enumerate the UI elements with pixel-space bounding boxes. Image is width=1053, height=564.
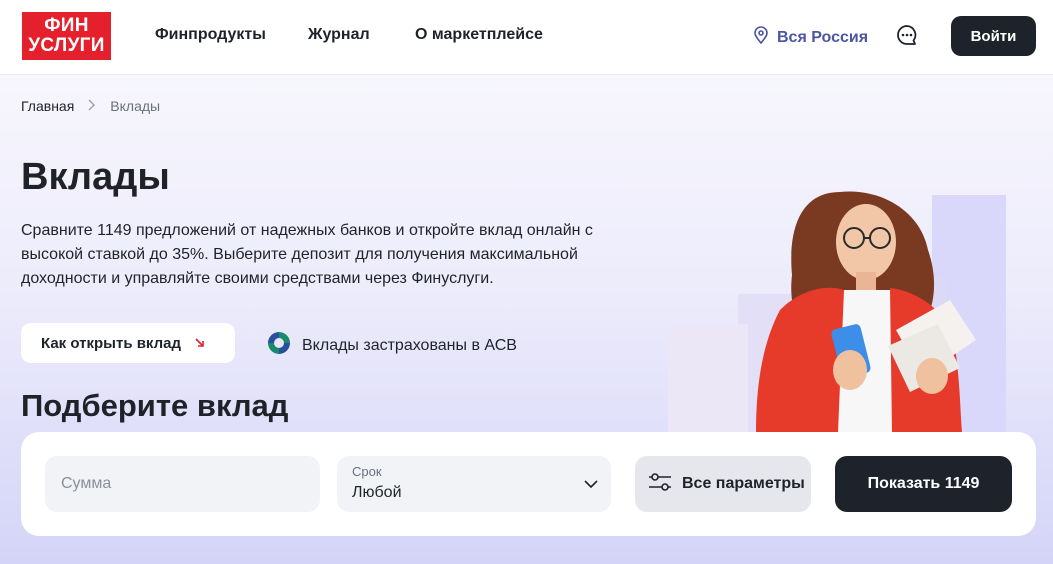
show-results-button[interactable]: Показать 1149	[835, 456, 1012, 512]
amount-input[interactable]	[45, 456, 320, 512]
sliders-icon	[648, 471, 672, 498]
page-description: Сравните 1149 предложений от надежных ба…	[21, 222, 593, 287]
insured-link[interactable]: Вклады застрахованы в АСВ	[266, 330, 517, 361]
all-params-button[interactable]: Все параметры	[635, 456, 811, 512]
breadcrumb: Главная Вклады	[21, 98, 160, 114]
region-label: Вся Россия	[777, 28, 869, 46]
all-params-label: Все параметры	[682, 475, 805, 492]
hero-illustration	[660, 180, 1020, 432]
nav-journal[interactable]: Журнал	[308, 26, 370, 44]
region-selector[interactable]: Вся Россия	[753, 26, 868, 49]
chevron-down-icon	[583, 476, 599, 497]
location-pin-icon	[753, 26, 769, 49]
nav-about[interactable]: О маркетплейсе	[415, 26, 543, 44]
deposit-filter-panel: Срок Любой Все параметры Показать 1149	[21, 432, 1036, 536]
breadcrumb-home[interactable]: Главная	[21, 98, 74, 114]
section-title: Подберите вклад	[21, 388, 289, 423]
header: ФИН УСЛУГИ Финпродукты Журнал О маркетпл…	[0, 0, 1053, 75]
chevron-right-icon	[88, 98, 96, 114]
logo[interactable]: ФИН УСЛУГИ	[22, 12, 111, 60]
nav-finproducts[interactable]: Финпродукты	[155, 26, 266, 44]
page-title: Вклады	[21, 156, 170, 198]
term-select[interactable]: Срок Любой	[337, 456, 611, 512]
arrow-down-right-icon	[195, 335, 205, 352]
logo-line1: ФИН	[44, 15, 89, 36]
login-button[interactable]: Войти	[951, 16, 1036, 56]
asv-logo-icon	[266, 330, 292, 361]
term-value: Любой	[352, 484, 402, 501]
breadcrumb-current: Вклады	[110, 98, 161, 114]
how-to-open-label: Как открыть вклад	[41, 334, 182, 352]
how-to-open-button[interactable]: Как открыть вклад	[21, 323, 235, 363]
term-label: Срок	[352, 464, 382, 479]
chat-button[interactable]	[894, 24, 920, 50]
insured-label: Вклады застрахованы в АСВ	[302, 336, 517, 354]
chat-icon	[895, 23, 919, 52]
logo-line2: УСЛУГИ	[28, 35, 105, 56]
